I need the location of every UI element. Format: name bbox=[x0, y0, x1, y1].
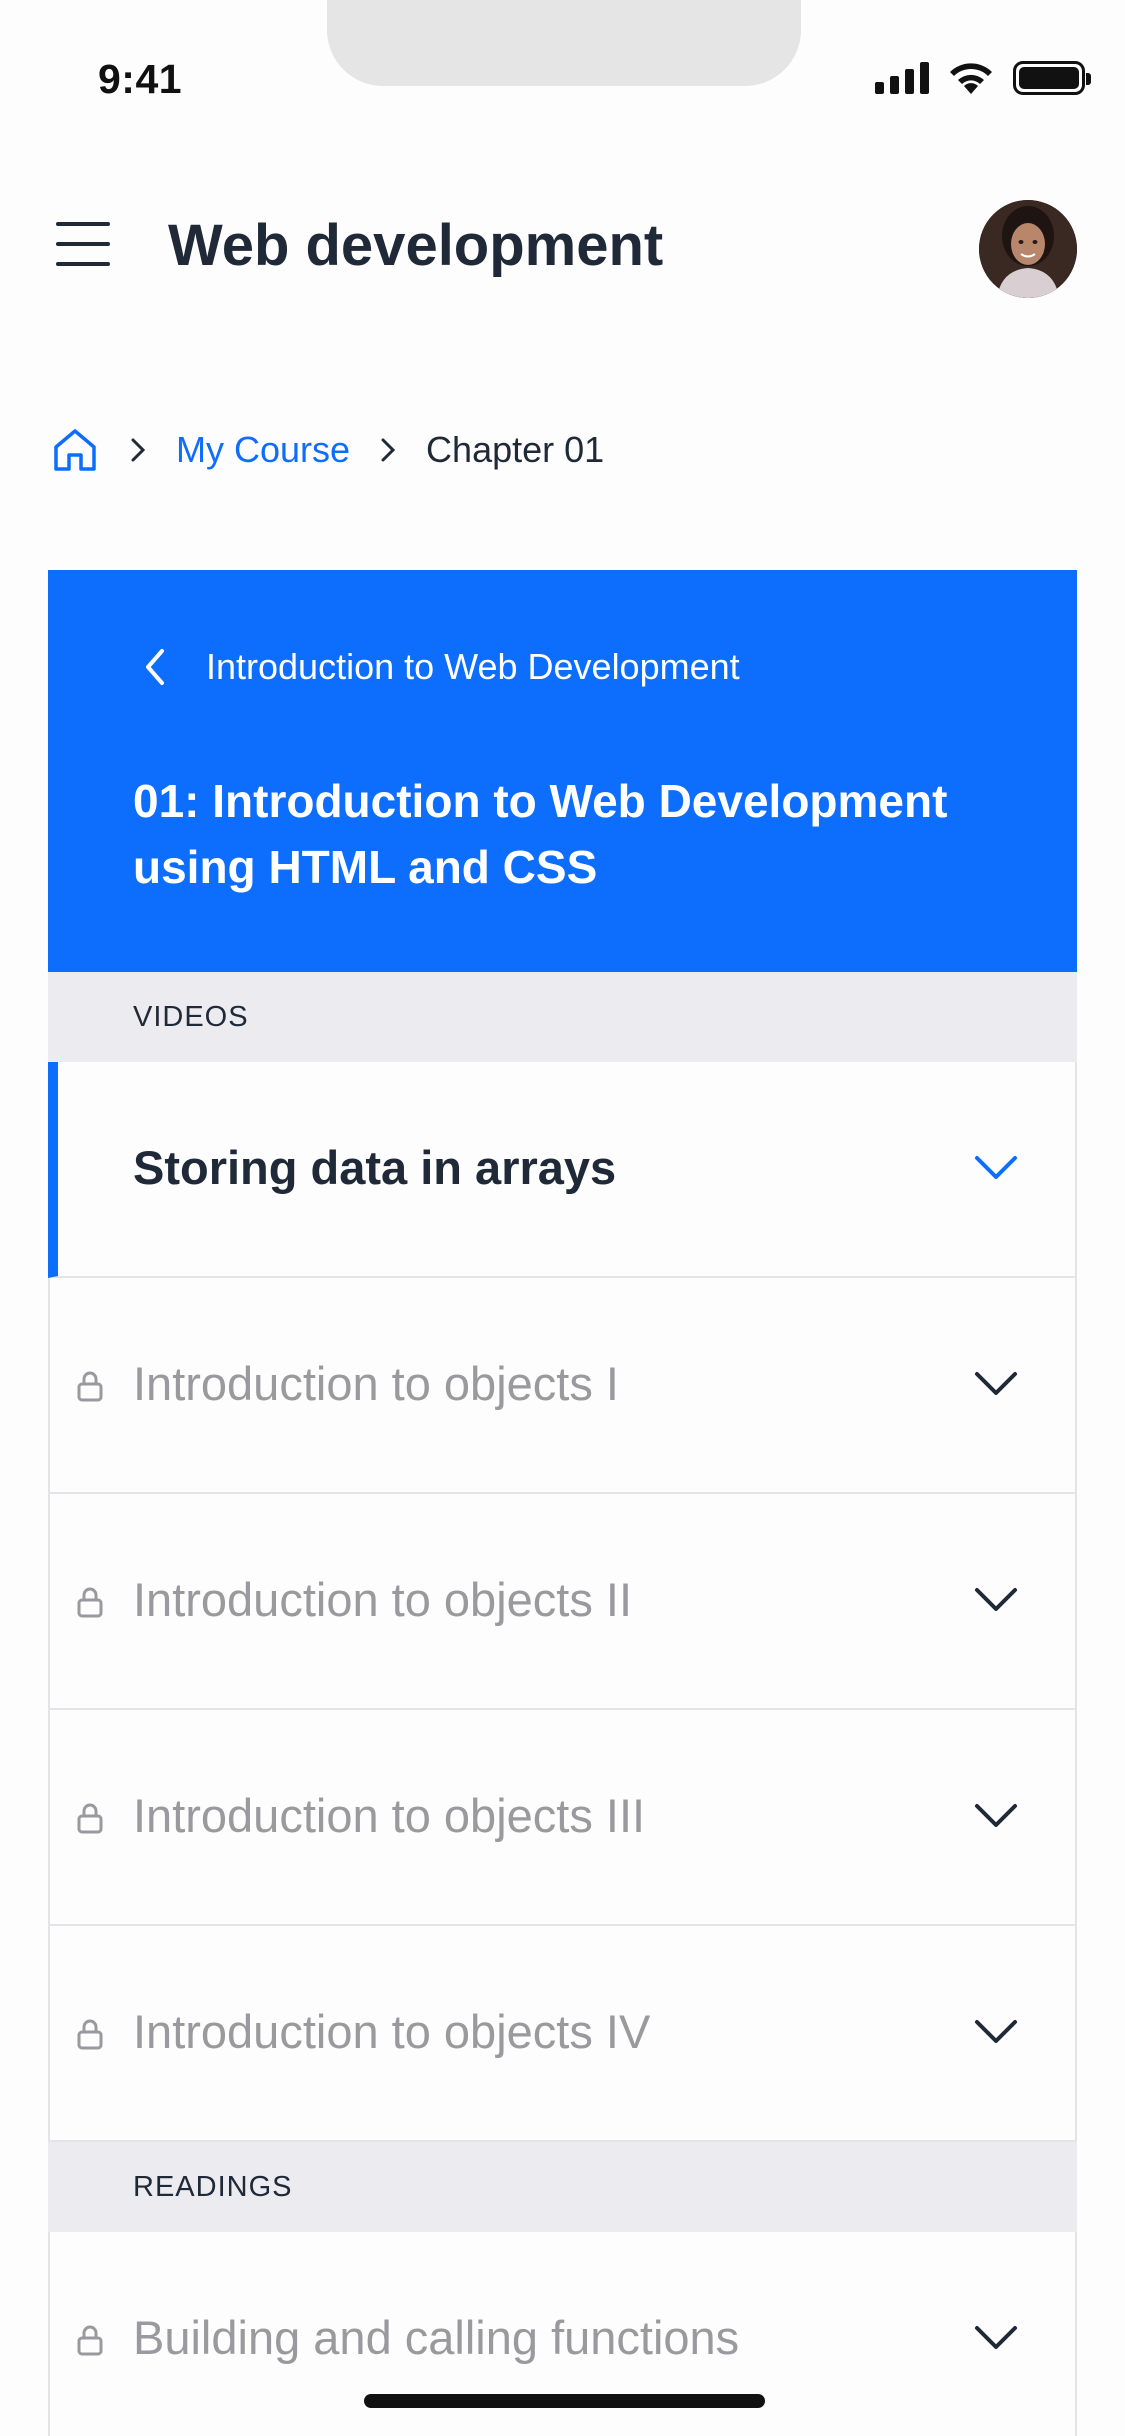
list-item-label: Introduction to objects I bbox=[133, 1357, 619, 1410]
chevron-down-icon[interactable] bbox=[973, 2014, 1019, 2050]
lock-icon bbox=[77, 1803, 103, 1834]
list-item[interactable]: Introduction to objects I bbox=[48, 1278, 1077, 1494]
list-item-label: Introduction to objects IV bbox=[133, 2005, 651, 2058]
chapter-back-label: Introduction to Web Development bbox=[206, 646, 740, 687]
lock-icon bbox=[77, 2325, 103, 2356]
home-icon[interactable] bbox=[50, 425, 100, 475]
chevron-down-icon[interactable] bbox=[973, 2320, 1019, 2356]
chapter-content-list: VIDEOS Storing data in arrays Introducti… bbox=[48, 972, 1077, 2436]
chevron-down-icon[interactable] bbox=[973, 1798, 1019, 1834]
list-item[interactable]: Introduction to objects IV bbox=[48, 1926, 1077, 2142]
chevron-down-icon[interactable] bbox=[973, 1366, 1019, 1402]
avatar[interactable] bbox=[979, 200, 1077, 298]
screen: 9:41 Web development My Course Chapter 0… bbox=[0, 0, 1125, 2436]
wifi-icon bbox=[950, 63, 992, 94]
menu-icon[interactable] bbox=[56, 220, 112, 268]
chapter-card: Introduction to Web Development 01: Intr… bbox=[48, 570, 1077, 972]
list-item[interactable]: Introduction to objects II bbox=[48, 1494, 1077, 1710]
list-item[interactable]: Introduction to objects III bbox=[48, 1710, 1077, 1926]
lock-icon bbox=[77, 1371, 103, 1402]
lock-icon bbox=[77, 2019, 103, 2050]
chevron-right-icon bbox=[131, 438, 146, 462]
breadcrumb-current: Chapter 01 bbox=[426, 429, 605, 470]
lock-icon bbox=[77, 1587, 103, 1618]
chapter-back-button[interactable]: Introduction to Web Development bbox=[138, 645, 740, 689]
app-header: Web development bbox=[0, 190, 1125, 310]
breadcrumb-my-course-link[interactable]: My Course bbox=[176, 429, 350, 471]
status-icons bbox=[875, 58, 1091, 98]
section-header-videos: VIDEOS bbox=[48, 972, 1077, 1062]
list-item-label: Storing data in arrays bbox=[133, 1141, 617, 1194]
page-title: Web development bbox=[168, 213, 664, 278]
cellular-signal-icon bbox=[875, 62, 929, 94]
section-header-readings: READINGS bbox=[48, 2142, 1077, 2232]
list-item-label: Introduction to objects III bbox=[133, 1789, 646, 1842]
home-indicator[interactable] bbox=[364, 2394, 765, 2408]
chapter-title: 01: Introduction to Web Development usin… bbox=[133, 775, 948, 893]
list-item-label: Introduction to objects II bbox=[133, 1573, 633, 1626]
list-item-label: Building and calling functions bbox=[133, 2311, 740, 2364]
device-notch bbox=[327, 0, 801, 86]
breadcrumb: My Course Chapter 01 bbox=[50, 420, 604, 480]
chevron-down-icon[interactable] bbox=[973, 1582, 1019, 1618]
avatar-image bbox=[979, 200, 1077, 298]
chevron-left-icon bbox=[146, 649, 164, 685]
battery-icon bbox=[1013, 61, 1091, 95]
list-item[interactable]: Storing data in arrays bbox=[48, 1062, 1077, 1278]
chevron-right-icon bbox=[381, 438, 396, 462]
chevron-down-icon[interactable] bbox=[973, 1150, 1019, 1186]
status-time: 9:41 bbox=[98, 56, 183, 102]
